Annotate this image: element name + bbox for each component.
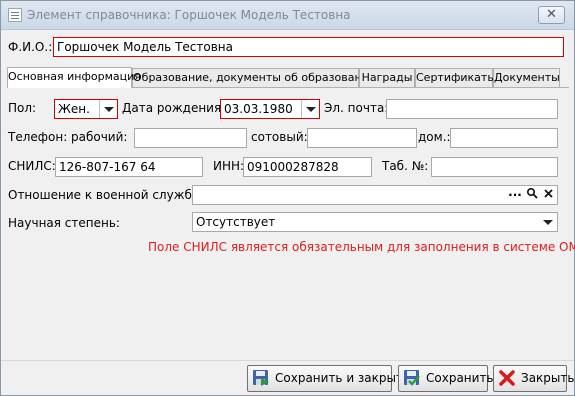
degree-label: Научная степень: [8, 216, 120, 230]
birth-date-label: Дата рождения: [122, 101, 226, 115]
gender-value: Жен. [58, 102, 90, 116]
title-bar[interactable]: Элемент справочника: Горшочек Модель Тес… [1, 1, 574, 30]
search-icon[interactable] [524, 187, 540, 203]
catalog-icon [8, 8, 22, 22]
dialog-content: Ф.И.О.: Горшочек Модель Тестовна Основна… [1, 30, 575, 360]
mobile-phone-field[interactable] [307, 128, 417, 148]
email-label: Эл. почта: [324, 101, 389, 115]
close-button[interactable]: Закрыть [493, 365, 574, 392]
gender-dropdown-button[interactable] [99, 100, 117, 118]
main-info-panel: Пол: Жен. Дата рождения: 03.03.1980 Эл. … [7, 87, 569, 357]
tab-education[interactable]: Образование, документы об образовании [132, 68, 376, 87]
window-title: Элемент справочника: Горшочек Модель Тес… [27, 8, 351, 22]
military-label: Отношение к военной службе: [8, 188, 204, 202]
more-icon[interactable]: ··· [507, 187, 523, 203]
close-label: Закрыть [521, 371, 575, 385]
fio-field[interactable]: Горшочек Модель Тестовна [53, 37, 564, 57]
tab-number-field[interactable] [431, 157, 558, 177]
degree-select[interactable]: Отсутствует [192, 212, 558, 232]
gender-label: Пол: [8, 101, 37, 115]
tab-awards[interactable]: Награды [359, 68, 415, 87]
phone-label: Телефон: [8, 130, 68, 144]
gender-select[interactable]: Жен. [54, 99, 118, 119]
save-label: Сохранить [426, 371, 494, 385]
inn-label: ИНН: [213, 159, 245, 173]
tab-number-label: Таб. №: [382, 159, 429, 173]
work-phone-field[interactable] [134, 128, 247, 148]
degree-value: Отсутствует [196, 215, 276, 229]
email-field[interactable] [386, 99, 558, 119]
dialog-footer: Сохранить и закрыть Сохранить Закрыть [1, 360, 574, 395]
tab-bar: Основная информация Образование, докумен… [7, 67, 569, 88]
save-and-close-label: Сохранить и закрыть [275, 371, 411, 385]
window-close-button[interactable]: ✕ [538, 6, 565, 24]
birth-date-dropdown-button[interactable] [301, 100, 319, 118]
home-phone-label: дом.: [418, 130, 451, 144]
home-phone-field[interactable] [450, 128, 558, 148]
snils-error-message: Поле СНИЛС является обязательным для зап… [148, 240, 575, 254]
save-check-icon [403, 369, 421, 387]
degree-dropdown-button[interactable] [539, 213, 557, 231]
tab-documents[interactable]: Документы [493, 68, 560, 87]
fio-label: Ф.И.О.: [8, 40, 53, 54]
work-phone-label: рабочий: [71, 130, 128, 144]
save-and-close-button[interactable]: Сохранить и закрыть [247, 365, 410, 392]
save-floppy-icon [252, 369, 270, 387]
clear-icon[interactable] [540, 187, 556, 203]
save-button[interactable]: Сохранить [398, 365, 494, 392]
dialog-window: Элемент справочника: Горшочек Модель Тес… [0, 0, 575, 396]
tab-main-info[interactable]: Основная информация [7, 67, 141, 88]
snils-field[interactable]: 126-807-167 64 [55, 157, 203, 177]
close-red-x-icon [498, 369, 516, 387]
snils-label: СНИЛС: [8, 159, 56, 173]
birth-date-value: 03.03.1980 [224, 102, 293, 116]
mobile-phone-label: сотовый: [251, 130, 308, 144]
military-field[interactable]: ··· [192, 185, 558, 205]
birth-date-field[interactable]: 03.03.1980 [220, 99, 320, 119]
tab-certificates[interactable]: Сертификаты [415, 68, 496, 87]
inn-field[interactable]: 091000287828 [243, 157, 372, 177]
